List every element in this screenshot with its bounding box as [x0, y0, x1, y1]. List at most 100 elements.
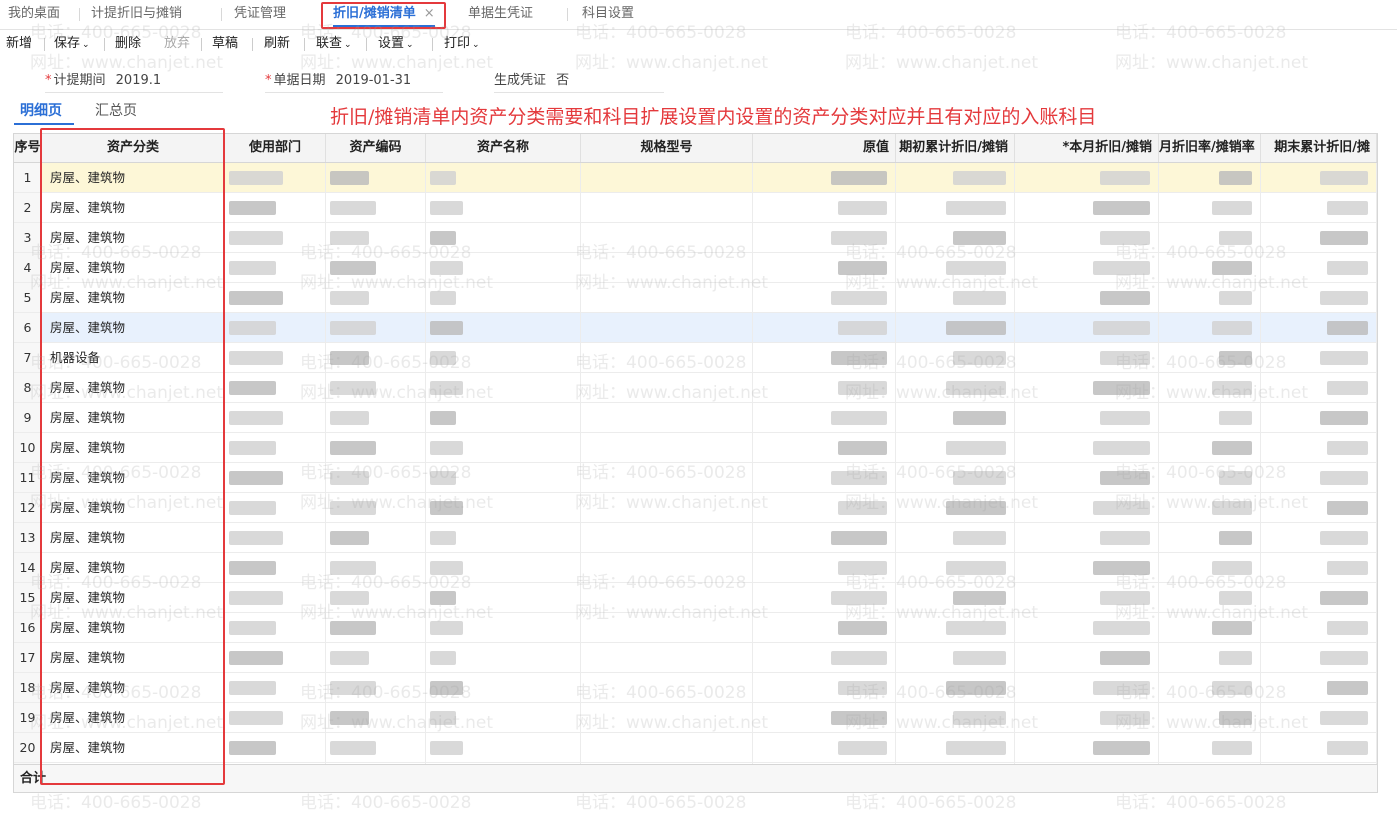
masked-cell[interactable]	[1261, 523, 1377, 552]
masked-cell[interactable]	[1015, 343, 1159, 372]
masked-cell[interactable]	[1015, 283, 1159, 312]
masked-cell[interactable]	[426, 463, 581, 492]
masked-cell[interactable]	[426, 433, 581, 462]
masked-cell[interactable]	[896, 613, 1015, 642]
masked-cell[interactable]	[896, 193, 1015, 222]
masked-cell[interactable]	[896, 553, 1015, 582]
masked-cell[interactable]	[753, 673, 896, 702]
row-number[interactable]: 13	[14, 523, 42, 552]
masked-cell[interactable]	[1015, 733, 1159, 762]
masked-cell[interactable]	[753, 163, 896, 192]
masked-cell[interactable]	[225, 493, 326, 522]
print-button[interactable]: 打印 ⌄	[444, 30, 480, 58]
tab-account-settings[interactable]: 科目设置	[582, 0, 634, 28]
masked-cell[interactable]	[1261, 193, 1377, 222]
masked-cell[interactable]	[896, 463, 1015, 492]
masked-cell[interactable]	[225, 703, 326, 732]
masked-cell[interactable]	[1159, 163, 1261, 192]
masked-cell[interactable]	[1159, 523, 1261, 552]
masked-cell[interactable]	[225, 433, 326, 462]
masked-cell[interactable]	[1261, 643, 1377, 672]
delete-button[interactable]: 删除	[115, 30, 141, 58]
masked-cell[interactable]	[753, 223, 896, 252]
period-value[interactable]: 2019.1	[116, 73, 162, 88]
masked-cell[interactable]	[1261, 613, 1377, 642]
masked-cell[interactable]	[1159, 193, 1261, 222]
masked-cell[interactable]	[1261, 493, 1377, 522]
masked-cell[interactable]	[1015, 673, 1159, 702]
masked-cell[interactable]	[581, 703, 753, 732]
masked-cell[interactable]	[426, 703, 581, 732]
masked-cell[interactable]	[426, 373, 581, 402]
masked-cell[interactable]	[1159, 553, 1261, 582]
masked-cell[interactable]	[1159, 463, 1261, 492]
masked-cell[interactable]	[1261, 373, 1377, 402]
masked-cell[interactable]	[896, 583, 1015, 612]
masked-cell[interactable]	[581, 523, 753, 552]
masked-cell[interactable]	[1159, 283, 1261, 312]
masked-cell[interactable]	[1261, 703, 1377, 732]
masked-cell[interactable]	[581, 433, 753, 462]
row-number[interactable]: 8	[14, 373, 42, 402]
masked-cell[interactable]	[1261, 253, 1377, 282]
masked-cell[interactable]	[426, 313, 581, 342]
masked-cell[interactable]	[1159, 703, 1261, 732]
masked-cell[interactable]	[1261, 433, 1377, 462]
masked-cell[interactable]	[753, 643, 896, 672]
masked-cell[interactable]	[1159, 253, 1261, 282]
masked-cell[interactable]	[1159, 403, 1261, 432]
masked-cell[interactable]	[1015, 223, 1159, 252]
masked-cell[interactable]	[753, 493, 896, 522]
masked-cell[interactable]	[225, 403, 326, 432]
masked-cell[interactable]	[326, 313, 426, 342]
row-number[interactable]: 20	[14, 733, 42, 762]
masked-cell[interactable]	[581, 223, 753, 252]
masked-cell[interactable]	[225, 613, 326, 642]
masked-cell[interactable]	[1159, 583, 1261, 612]
column-header[interactable]: 期初累计折旧/摊销	[896, 134, 1015, 162]
masked-cell[interactable]	[326, 673, 426, 702]
masked-cell[interactable]	[896, 673, 1015, 702]
masked-cell[interactable]	[426, 583, 581, 612]
masked-cell[interactable]	[1159, 373, 1261, 402]
masked-cell[interactable]	[896, 493, 1015, 522]
masked-cell[interactable]	[581, 613, 753, 642]
masked-cell[interactable]	[225, 373, 326, 402]
masked-cell[interactable]	[225, 643, 326, 672]
masked-cell[interactable]	[326, 433, 426, 462]
row-number[interactable]: 6	[14, 313, 42, 342]
row-number[interactable]: 1	[14, 163, 42, 192]
masked-cell[interactable]	[1015, 313, 1159, 342]
masked-cell[interactable]	[426, 493, 581, 522]
masked-cell[interactable]	[326, 583, 426, 612]
masked-cell[interactable]	[225, 523, 326, 552]
masked-cell[interactable]	[896, 373, 1015, 402]
masked-cell[interactable]	[1159, 733, 1261, 762]
masked-cell[interactable]	[1261, 463, 1377, 492]
masked-cell[interactable]	[581, 283, 753, 312]
link-query-button[interactable]: 联查 ⌄	[316, 30, 352, 58]
row-number[interactable]: 2	[14, 193, 42, 222]
masked-cell[interactable]	[753, 343, 896, 372]
row-number[interactable]: 17	[14, 643, 42, 672]
masked-cell[interactable]	[896, 403, 1015, 432]
masked-cell[interactable]	[426, 613, 581, 642]
masked-cell[interactable]	[1261, 673, 1377, 702]
row-number[interactable]: 4	[14, 253, 42, 282]
masked-cell[interactable]	[753, 523, 896, 552]
masked-cell[interactable]	[326, 283, 426, 312]
masked-cell[interactable]	[1015, 403, 1159, 432]
refresh-button[interactable]: 刷新	[264, 30, 290, 58]
masked-cell[interactable]	[581, 163, 753, 192]
masked-cell[interactable]	[896, 703, 1015, 732]
column-header[interactable]: 规格型号	[581, 134, 753, 162]
masked-cell[interactable]	[1015, 613, 1159, 642]
row-number[interactable]: 3	[14, 223, 42, 252]
masked-cell[interactable]	[581, 733, 753, 762]
tab-voucher-management[interactable]: 凭证管理	[234, 0, 286, 28]
masked-cell[interactable]	[326, 253, 426, 282]
masked-cell[interactable]	[1261, 283, 1377, 312]
masked-cell[interactable]	[581, 493, 753, 522]
masked-cell[interactable]	[1261, 583, 1377, 612]
row-number[interactable]: 14	[14, 553, 42, 582]
